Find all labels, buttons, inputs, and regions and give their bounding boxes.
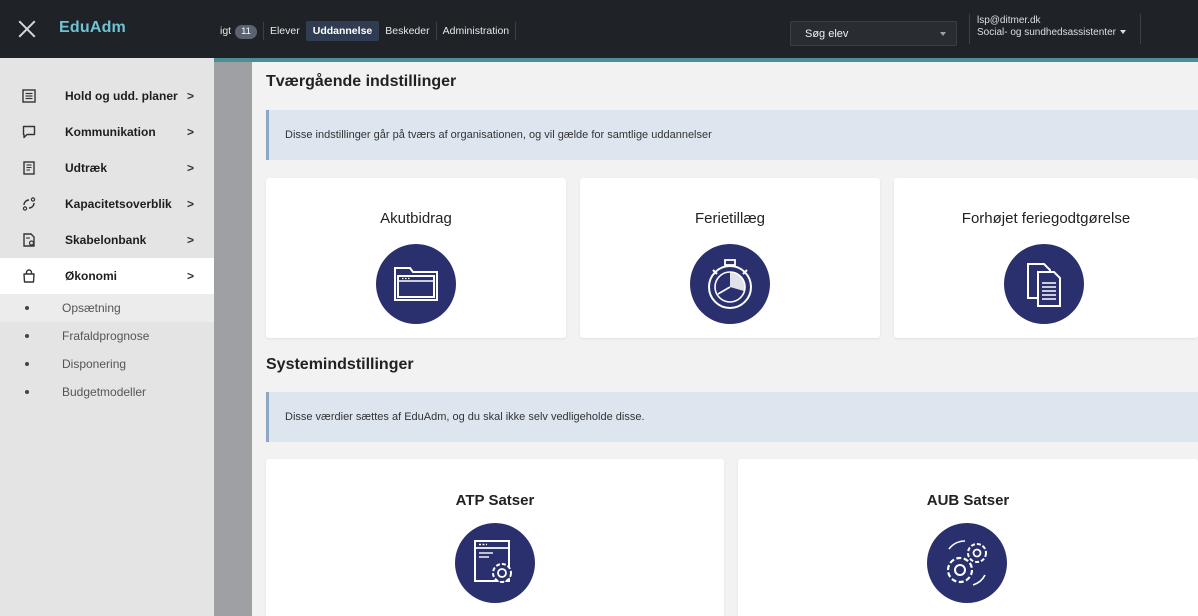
user-divider [969,14,970,44]
bullet-icon [25,362,29,366]
section-title-system: Systemindstillinger [266,356,414,373]
card-title: Forhøjet feriegodtgørelse [961,210,1131,227]
user-divider-right [1140,14,1141,44]
nav-item-elever[interactable]: Elever [264,21,306,41]
info-banner-system: Disse værdier sættes af EduAdm, og du sk… [266,392,1198,442]
nav-item-administration[interactable]: Administration [437,21,516,41]
bullet-icon [25,390,29,394]
stopwatch-icon [690,244,770,324]
sidebar-item-oekonomi[interactable]: Økonomi > [0,258,214,294]
close-icon[interactable] [18,20,36,38]
search-placeholder: Søg elev [805,28,849,40]
chat-icon [22,125,36,139]
main-content: Tværgående indstillinger Disse indstilli… [252,62,1198,616]
sidebar-subitem-label: Budgetmodeller [62,385,147,399]
document-icon [23,161,35,175]
chevron-right-icon: > [187,161,195,175]
app-brand[interactable]: EduAdm [59,19,126,37]
sidebar: Hold og udd. planer > Kommunikation > Ud… [0,58,214,616]
overlay-backdrop[interactable] [214,62,252,616]
card-aub-satser[interactable]: AUB Satser [738,459,1198,616]
bullet-icon [25,334,29,338]
sidebar-subitem-opsaetning[interactable]: Opsætning [0,294,214,322]
bag-icon [23,269,35,283]
sidebar-item-label: Kommunikation [65,125,156,139]
nav-divider [515,22,517,40]
card-title: Ferietillæg [694,210,766,227]
list-icon [22,89,36,103]
sidebar-item-label: Skabelonbank [65,233,147,247]
chevron-right-icon: > [187,269,195,283]
chevron-right-icon: > [187,125,195,139]
card-title: Akutbidrag [380,210,452,227]
card-ferietillaeg[interactable]: Ferietillæg [580,178,880,338]
sidebar-item-label: Hold og udd. planer [65,89,178,103]
section-title-cross: Tværgående indstillinger [266,73,457,90]
sidebar-subitem-disponering[interactable]: Disponering [0,350,214,378]
user-menu[interactable]: lsp@ditmer.dk Social- og sundhedsassiste… [977,15,1126,39]
card-title: AUB Satser [926,492,1010,509]
sidebar-item-skabelonbank[interactable]: Skabelonbank > [0,222,214,258]
sidebar-item-label: Udtræk [65,161,108,175]
capacity-icon [22,197,36,211]
sidebar-subitem-frafaldprognose[interactable]: Frafaldprognose [0,322,214,350]
chevron-right-icon: > [187,197,195,211]
sidebar-item-kommunikation[interactable]: Kommunikation > [0,114,214,150]
card-forhoejet-feriegodtgoerelse[interactable]: Forhøjet feriegodtgørelse [894,178,1198,338]
sidebar-item-hold[interactable]: Hold og udd. planer > [0,78,214,114]
user-email: lsp@ditmer.dk [977,15,1041,26]
info-banner-cross: Disse indstillinger går på tværs af orga… [266,110,1198,160]
card-akutbidrag[interactable]: Akutbidrag [266,178,566,338]
chevron-right-icon: > [187,89,195,103]
card-atp-satser[interactable]: ATP Satser [266,459,724,616]
sidebar-subitem-label: Disponering [62,357,127,371]
bullet-icon [25,306,29,310]
nav-item-beskeder[interactable]: Beskeder [379,21,435,41]
sidebar-item-label: Økonomi [65,269,118,283]
sidebar-item-label: Kapacitetsoverblik [65,197,172,211]
gears-icon [927,523,1007,603]
template-icon [23,233,35,247]
student-search-select[interactable]: Søg elev [790,21,957,46]
sidebar-item-udtraek[interactable]: Udtræk > [0,150,214,186]
settings-window-icon [455,523,535,603]
chevron-down-icon [940,32,946,36]
overview-count-badge: 11 [235,25,257,39]
brand-area: EduAdm [0,0,214,58]
sidebar-item-kapacitet[interactable]: Kapacitetsoverblik > [0,186,214,222]
documents-icon [1004,244,1084,324]
sidebar-subitem-label: Frafaldprognose [62,329,150,343]
folder-window-icon [376,244,456,324]
user-role: Social- og sundhedsassistenter [977,27,1126,39]
nav-item-overview[interactable]: igt 11 [214,21,263,41]
card-title: ATP Satser [455,492,535,509]
sidebar-subitem-label: Opsætning [62,301,121,315]
sidebar-subitem-budgetmodeller[interactable]: Budgetmodeller [0,378,214,406]
main-nav: igt 11 Elever Uddannelse Beskeder Adminis… [214,21,517,41]
chevron-right-icon: > [187,233,195,247]
nav-item-overview-label: igt [220,25,232,37]
nav-item-uddannelse[interactable]: Uddannelse [305,21,380,41]
